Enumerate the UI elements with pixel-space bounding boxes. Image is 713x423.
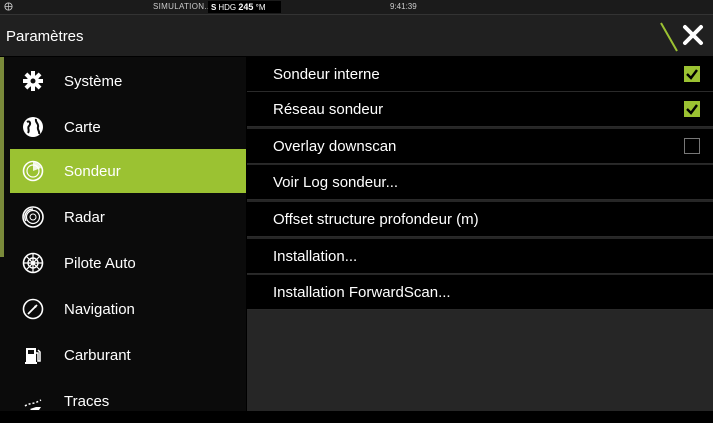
page-title: Paramètres — [6, 28, 84, 45]
sidebar-item-label: Carburant — [64, 346, 131, 364]
setting-row-overlay-downscan[interactable]: Overlay downscan — [247, 129, 713, 164]
sidebar-item-label: Traces — [64, 392, 110, 410]
heading-readout: S HDG 245 °M — [208, 1, 281, 13]
simulation-status: SIMULATION... — [153, 2, 212, 11]
sidebar-item-radar[interactable]: Radar — [10, 195, 246, 239]
setting-row-reseau-sondeur[interactable]: Réseau sondeur — [247, 92, 713, 127]
status-bar: SIMULATION... S HDG 245 °M 9:41:39 — [0, 0, 713, 15]
setting-label: Voir Log sondeur... — [273, 173, 399, 191]
setting-label: Overlay downscan — [273, 137, 397, 155]
setting-label: Installation... — [273, 247, 358, 265]
setting-row-offset-structure[interactable]: Offset structure profondeur (m) — [247, 202, 713, 237]
sidebar-item-label: Système — [64, 72, 123, 90]
accent-slash-icon — [660, 22, 678, 52]
sidebar-item-sondeur[interactable]: Sondeur — [10, 149, 246, 193]
globe-icon — [4, 2, 13, 11]
sidebar-item-carte[interactable]: Carte — [10, 105, 246, 149]
setting-row-installation[interactable]: Installation... — [247, 239, 713, 274]
fuel-pump-icon — [22, 344, 44, 366]
heading-label: HDG — [218, 3, 237, 12]
sidebar-item-label: Pilote Auto — [64, 254, 136, 272]
gear-icon — [22, 70, 44, 92]
sidebar-scrollbar[interactable] — [0, 57, 4, 257]
setting-label: Offset structure profondeur (m) — [273, 210, 479, 228]
sidebar-item-label: Sondeur — [64, 162, 121, 180]
sidebar-item-label: Carte — [64, 118, 101, 136]
sidebar-item-carburant[interactable]: Carburant — [10, 333, 246, 377]
setting-label: Sondeur interne — [273, 65, 380, 83]
helm-icon — [22, 252, 44, 274]
sidebar-item-systeme[interactable]: Système — [10, 59, 246, 103]
setting-row-sondeur-interne[interactable]: Sondeur interne — [247, 57, 713, 92]
trail-icon — [22, 390, 44, 412]
sidebar-item-label: Navigation — [64, 300, 135, 318]
heading-unit: °M — [255, 3, 266, 12]
heading-value: 245 — [238, 2, 254, 12]
checkbox-checked-icon[interactable] — [684, 101, 700, 117]
close-icon[interactable] — [682, 24, 704, 46]
sidebar-item-pilote-auto[interactable]: Pilote Auto — [10, 241, 246, 285]
sidebar-item-label: Radar — [64, 208, 105, 226]
globe-icon — [22, 116, 44, 138]
settings-sidebar: Système Carte Sondeur Radar Pilote Auto … — [0, 57, 246, 411]
checkbox-checked-icon[interactable] — [684, 66, 700, 82]
setting-label: Réseau sondeur — [273, 100, 384, 118]
sidebar-item-traces[interactable]: Traces — [10, 379, 246, 423]
sidebar-item-navigation[interactable]: Navigation — [10, 287, 246, 331]
sonar-icon — [22, 160, 44, 182]
clock: 9:41:39 — [390, 2, 417, 11]
heading-source: S — [211, 3, 217, 12]
setting-row-voir-log-sondeur[interactable]: Voir Log sondeur... — [247, 165, 713, 200]
setting-row-installation-forwardscan[interactable]: Installation ForwardScan... — [247, 275, 713, 310]
title-bar: Paramètres — [0, 15, 713, 56]
settings-panel: Sondeur interne Réseau sondeur Overlay d… — [247, 57, 713, 411]
setting-label: Installation ForwardScan... — [273, 283, 451, 301]
checkbox-unchecked-icon[interactable] — [684, 138, 700, 154]
compass-icon — [22, 298, 44, 320]
radar-icon — [22, 206, 44, 228]
